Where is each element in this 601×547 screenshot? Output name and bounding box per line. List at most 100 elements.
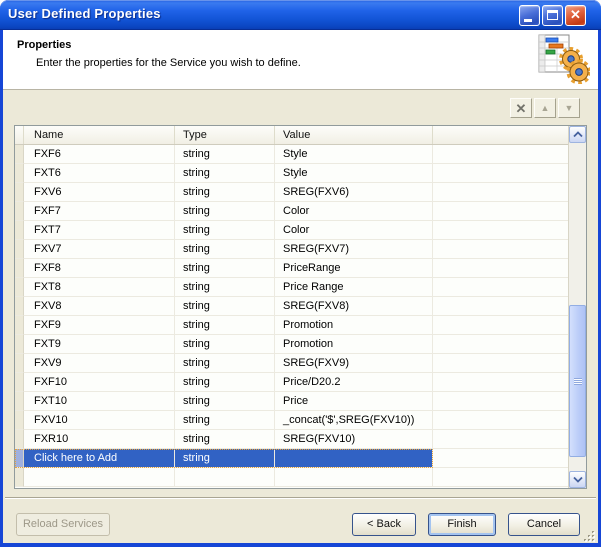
vertical-scrollbar[interactable] — [568, 126, 586, 488]
cell-extra[interactable] — [433, 354, 568, 373]
minimize-button[interactable] — [519, 5, 540, 26]
cell-extra[interactable] — [433, 278, 568, 297]
cell-name[interactable]: FXT9 — [24, 335, 175, 354]
cell-name[interactable]: FXF9 — [24, 316, 175, 335]
table-row[interactable]: FXF6 string Style — [15, 145, 568, 164]
cell-margin[interactable] — [15, 411, 24, 430]
cell-extra[interactable] — [433, 202, 568, 221]
cell-value[interactable]: Price/D20.2 — [275, 373, 433, 392]
cell-margin[interactable] — [15, 240, 24, 259]
cell-name[interactable]: FXV8 — [24, 297, 175, 316]
cell-extra[interactable] — [433, 430, 568, 449]
cell-value[interactable]: Color — [275, 202, 433, 221]
table-row[interactable]: FXT7 string Color — [15, 221, 568, 240]
table-row[interactable]: FXV7 string SREG(FXV7) — [15, 240, 568, 259]
move-down-button[interactable]: ▼ — [558, 98, 580, 118]
add-row-name-cell[interactable]: Click here to Add — [24, 449, 175, 468]
maximize-button[interactable] — [542, 5, 563, 26]
cell-value[interactable]: SREG(FXV6) — [275, 183, 433, 202]
cell-extra[interactable] — [433, 145, 568, 164]
cell-name[interactable]: FXF8 — [24, 259, 175, 278]
cell-extra[interactable] — [433, 335, 568, 354]
cell-name[interactable]: FXV10 — [24, 411, 175, 430]
titlebar[interactable]: User Defined Properties ✕ — [0, 0, 601, 30]
cell-type[interactable]: string — [175, 240, 275, 259]
cell-margin[interactable] — [15, 145, 24, 164]
cell-name[interactable]: FXR10 — [24, 430, 175, 449]
table-add-row[interactable]: Click here to Add string — [15, 449, 568, 468]
cell-extra[interactable] — [433, 259, 568, 278]
cell-value[interactable]: Style — [275, 164, 433, 183]
cell-name[interactable]: FXT6 — [24, 164, 175, 183]
cell-type[interactable]: string — [175, 316, 275, 335]
delete-row-button[interactable]: ✕ — [510, 98, 532, 118]
cell-margin[interactable] — [15, 335, 24, 354]
table-row[interactable]: FXT9 string Promotion — [15, 335, 568, 354]
cell-type[interactable]: string — [175, 202, 275, 221]
cell-value[interactable]: PriceRange — [275, 259, 433, 278]
cell-name[interactable]: FXF10 — [24, 373, 175, 392]
cell-type[interactable]: string — [175, 335, 275, 354]
table-row[interactable]: FXV9 string SREG(FXV9) — [15, 354, 568, 373]
cell-name[interactable]: FXT8 — [24, 278, 175, 297]
table-row[interactable]: FXR10 string SREG(FXV10) — [15, 430, 568, 449]
scroll-down-button[interactable] — [569, 471, 586, 488]
table-row[interactable]: FXT8 string Price Range — [15, 278, 568, 297]
cell-name[interactable]: FXF7 — [24, 202, 175, 221]
cell-name[interactable]: FXV6 — [24, 183, 175, 202]
cell-type[interactable]: string — [175, 278, 275, 297]
cell-type[interactable]: string — [175, 259, 275, 278]
scrollbar-thumb[interactable] — [569, 305, 586, 457]
cell-margin[interactable] — [15, 392, 24, 411]
cell-extra[interactable] — [433, 392, 568, 411]
table-row[interactable]: FXF9 string Promotion — [15, 316, 568, 335]
cell-type[interactable]: string — [175, 221, 275, 240]
cell-value[interactable]: SREG(FXV8) — [275, 297, 433, 316]
cell-margin[interactable] — [15, 202, 24, 221]
column-header-extra[interactable] — [433, 126, 568, 144]
cell-name[interactable]: FXT7 — [24, 221, 175, 240]
cell-value[interactable]: SREG(FXV10) — [275, 430, 433, 449]
reload-services-button[interactable]: Reload Services — [16, 513, 110, 536]
cell-value[interactable]: SREG(FXV9) — [275, 354, 433, 373]
table-row[interactable]: FXV6 string SREG(FXV6) — [15, 183, 568, 202]
table-row[interactable]: FXV10 string _concat('$',SREG(FXV10)) — [15, 411, 568, 430]
finish-button[interactable]: Finish — [428, 513, 496, 536]
column-header-type[interactable]: Type — [175, 126, 275, 144]
cell-name[interactable]: FXV7 — [24, 240, 175, 259]
cell-type[interactable]: string — [175, 411, 275, 430]
table-row[interactable]: FXT10 string Price — [15, 392, 568, 411]
cell-value[interactable]: Price — [275, 392, 433, 411]
cell-value[interactable]: SREG(FXV7) — [275, 240, 433, 259]
cell-extra[interactable] — [433, 221, 568, 240]
cell-name[interactable]: FXT10 — [24, 392, 175, 411]
cell-type[interactable]: string — [175, 145, 275, 164]
cell-extra[interactable] — [433, 183, 568, 202]
cell-margin[interactable] — [15, 354, 24, 373]
cell-type[interactable]: string — [175, 297, 275, 316]
cell-extra[interactable] — [433, 373, 568, 392]
cell-margin[interactable] — [15, 373, 24, 392]
row-selector-cell[interactable] — [15, 449, 24, 468]
back-button[interactable]: < Back — [352, 513, 416, 536]
scroll-up-button[interactable] — [569, 126, 586, 143]
cell-margin[interactable] — [15, 430, 24, 449]
cell-margin[interactable] — [15, 164, 24, 183]
close-button[interactable]: ✕ — [565, 5, 586, 26]
cell-extra[interactable] — [433, 411, 568, 430]
cell-margin[interactable] — [15, 259, 24, 278]
column-header-value[interactable]: Value — [275, 126, 433, 144]
empty-row[interactable] — [15, 468, 568, 487]
add-row-value-cell[interactable] — [275, 449, 433, 468]
cell-value[interactable]: _concat('$',SREG(FXV10)) — [275, 411, 433, 430]
cell-type[interactable]: string — [175, 392, 275, 411]
cell-value[interactable]: Style — [275, 145, 433, 164]
cell-value[interactable]: Promotion — [275, 316, 433, 335]
add-row-extra-cell[interactable] — [433, 449, 568, 468]
cell-margin[interactable] — [15, 221, 24, 240]
move-up-button[interactable]: ▲ — [534, 98, 556, 118]
cell-extra[interactable] — [433, 164, 568, 183]
cell-extra[interactable] — [433, 297, 568, 316]
cell-name[interactable]: FXV9 — [24, 354, 175, 373]
table-row[interactable]: FXF8 string PriceRange — [15, 259, 568, 278]
